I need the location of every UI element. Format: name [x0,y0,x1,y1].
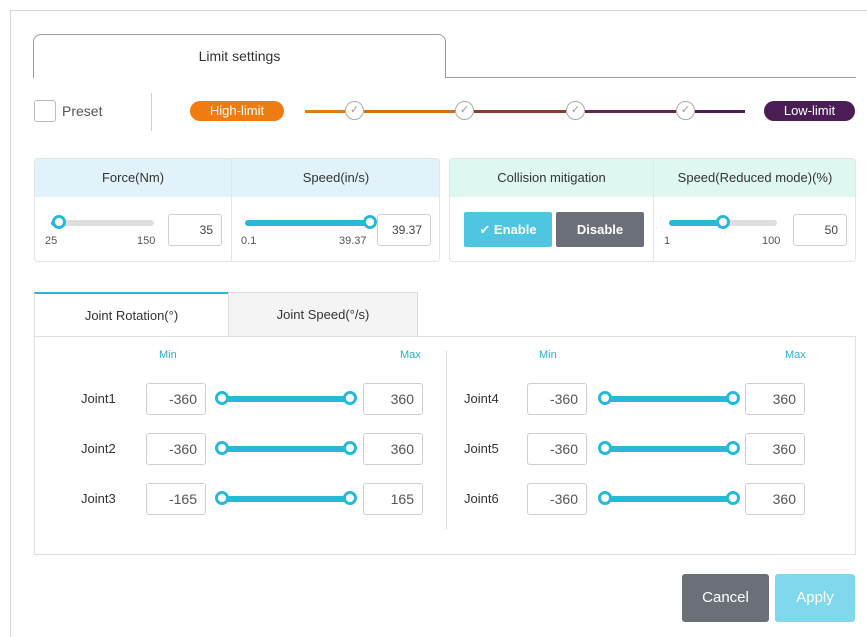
joint-min-input[interactable]: -360 [527,433,587,465]
speed-slider-handle[interactable] [363,215,377,229]
joint-min-input[interactable]: -360 [527,383,587,415]
preset-divider [151,93,152,131]
joint-range-slider[interactable] [598,441,740,455]
collision-card: Collision mitigation Speed(Reduced mode)… [449,158,856,262]
joint-min-input[interactable]: -360 [527,483,587,515]
joint-name: Joint1 [81,391,116,406]
joint-max-input[interactable]: 360 [363,383,423,415]
low-limit-badge[interactable]: Low-limit [764,101,855,121]
joint-min-handle[interactable] [598,391,612,405]
joint-range-slider[interactable] [598,491,740,505]
card-divider [653,159,654,261]
joint-panel-divider [446,351,447,529]
reduced-speed-header: Speed(Reduced mode)(%) [653,159,855,197]
enable-button[interactable]: ✔ Enable [464,212,552,247]
level-segment [364,110,455,113]
force-speed-card: Force(Nm) Speed(in/s) 25 150 35 0.1 39.3… [34,158,440,262]
joint-max-handle[interactable] [726,391,740,405]
tab-limit-settings[interactable]: Limit settings [33,34,446,78]
level-step-4-check-icon[interactable]: ✓ [676,101,695,120]
joint-max-handle[interactable] [343,441,357,455]
joint-range-slider[interactable] [215,391,357,405]
level-step-3-check-icon[interactable]: ✓ [566,101,585,120]
joint-name: Joint5 [464,441,499,456]
force-slider-handle[interactable] [52,215,67,229]
speed-input[interactable]: 39.37 [377,214,431,246]
collision-header: Collision mitigation [450,159,653,197]
joint-name: Joint2 [81,441,116,456]
apply-button[interactable]: Apply [775,574,855,622]
force-slider[interactable] [51,215,154,229]
speed-slider-fill [245,220,370,226]
left-max-column-label: Max [400,349,421,361]
tab-joint-speed[interactable]: Joint Speed(°/s) [228,292,418,337]
disable-button[interactable]: Disable [556,212,644,247]
joint-min-input[interactable]: -360 [146,433,206,465]
joint-max-input[interactable]: 360 [745,383,805,415]
joint-min-handle[interactable] [215,441,229,455]
speed-slider[interactable] [245,215,377,229]
joint-max-handle[interactable] [726,441,740,455]
joint-min-input[interactable]: -360 [146,383,206,415]
joint-range-slider[interactable] [215,441,357,455]
joint-min-handle[interactable] [215,391,229,405]
reduced-speed-input[interactable]: 50 [793,214,847,246]
joint-max-handle[interactable] [726,491,740,505]
window-left-border [10,10,11,637]
preset-checkbox[interactable] [34,100,56,122]
left-min-column-label: Min [159,349,177,361]
speed-max-label: 39.37 [339,235,367,247]
level-step-2-check-icon[interactable]: ✓ [455,101,474,120]
joint-min-handle[interactable] [598,491,612,505]
joint-min-handle[interactable] [215,491,229,505]
joint-rotation-panel: Min Max Min Max Joint1 -360 360 Joint2 -… [34,336,856,555]
force-input[interactable]: 35 [168,214,222,246]
level-segment [474,110,566,113]
window-top-border [10,10,867,11]
joint-max-handle[interactable] [343,391,357,405]
right-min-column-label: Min [539,349,557,361]
tab-limit-settings-label: Limit settings [198,48,281,64]
joint-max-input[interactable]: 360 [745,483,805,515]
joint-name: Joint6 [464,491,499,506]
reduced-speed-slider[interactable] [669,215,777,229]
force-header: Force(Nm) [35,159,231,197]
reduced-speed-slider-fill [669,220,723,226]
joint-name: Joint3 [81,491,116,506]
right-max-column-label: Max [785,349,806,361]
speed-header: Speed(in/s) [231,159,439,197]
preset-label: Preset [62,103,103,119]
joint-max-input[interactable]: 165 [363,483,423,515]
reduced-speed-max-label: 100 [762,235,781,247]
high-limit-badge[interactable]: High-limit [190,101,284,121]
reduced-speed-slider-handle[interactable] [716,215,730,229]
level-segment [585,110,676,113]
force-min-label: 25 [45,235,58,247]
tab-joint-rotation[interactable]: Joint Rotation(°) [34,292,228,337]
level-segment [305,110,345,113]
cancel-button[interactable]: Cancel [682,574,769,622]
joint-name: Joint4 [464,391,499,406]
level-step-1-check-icon[interactable]: ✓ [345,101,364,120]
joint-max-input[interactable]: 360 [745,433,805,465]
joint-max-handle[interactable] [343,491,357,505]
joint-range-slider[interactable] [598,391,740,405]
card-divider [231,159,232,261]
speed-min-label: 0.1 [241,235,257,247]
level-segment [695,110,745,113]
tab-underline [446,77,856,78]
reduced-speed-min-label: 1 [664,235,671,247]
joint-min-input[interactable]: -165 [146,483,206,515]
joint-range-slider[interactable] [215,491,357,505]
joint-max-input[interactable]: 360 [363,433,423,465]
force-max-label: 150 [137,235,156,247]
joint-min-handle[interactable] [598,441,612,455]
